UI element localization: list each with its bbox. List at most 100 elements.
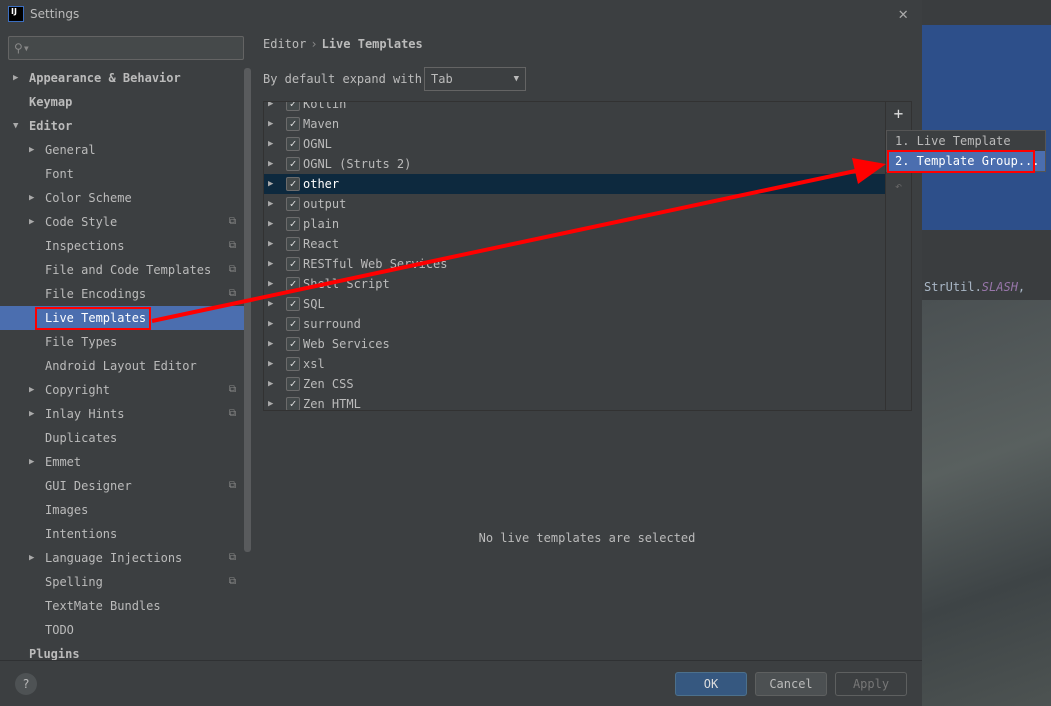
template-group-row[interactable]: ▶ ✓ Web Services bbox=[264, 334, 885, 354]
sidebar-item[interactable]: ▶ Color Scheme bbox=[0, 186, 244, 210]
background-code: StrUtil.SLASH, bbox=[924, 280, 1026, 294]
chevron-right-icon[interactable]: ▶ bbox=[29, 138, 34, 162]
template-group-row[interactable]: ▶ ✓ Maven bbox=[264, 114, 885, 134]
group-checkbox[interactable]: ✓ bbox=[286, 277, 300, 291]
settings-search-input[interactable]: ⚲▾ bbox=[8, 36, 244, 60]
group-checkbox[interactable]: ✓ bbox=[286, 297, 300, 311]
group-checkbox[interactable]: ✓ bbox=[286, 257, 300, 271]
chevron-right-icon[interactable]: ▶ bbox=[268, 254, 273, 274]
sidebar-item[interactable]: Font bbox=[0, 162, 244, 186]
chevron-right-icon[interactable]: ▶ bbox=[268, 194, 273, 214]
template-group-row[interactable]: ▶ ✓ surround bbox=[264, 314, 885, 334]
background-editor-window: StrUtil.SLASH, bbox=[922, 0, 1051, 706]
sidebar-item[interactable]: Keymap bbox=[0, 90, 244, 114]
chevron-right-icon[interactable]: ▶ bbox=[29, 378, 34, 402]
group-checkbox[interactable]: ✓ bbox=[286, 157, 300, 171]
chevron-right-icon[interactable]: ▶ bbox=[268, 134, 273, 154]
template-group-row[interactable]: ▶ ✓ Shell Script bbox=[264, 274, 885, 294]
group-label: OGNL (Struts 2) bbox=[303, 157, 412, 171]
chevron-right-icon[interactable]: ▶ bbox=[268, 354, 273, 374]
sidebar-item[interactable]: Plugins bbox=[0, 642, 244, 660]
group-checkbox[interactable]: ✓ bbox=[286, 397, 300, 410]
chevron-right-icon[interactable]: ▶ bbox=[268, 114, 273, 134]
sidebar-item[interactable]: ▶ Copyright ⧉ bbox=[0, 378, 244, 402]
group-checkbox[interactable]: ✓ bbox=[286, 137, 300, 151]
group-checkbox[interactable]: ✓ bbox=[286, 237, 300, 251]
sidebar-item[interactable]: TODO bbox=[0, 618, 244, 642]
chevron-right-icon[interactable]: ▶ bbox=[29, 546, 34, 570]
sidebar-item-label: File Types bbox=[45, 335, 118, 349]
chevron-right-icon[interactable]: ▶ bbox=[268, 234, 273, 254]
undo-icon[interactable]: ↶ bbox=[886, 174, 911, 198]
expand-key-select[interactable]: Tab ▼ bbox=[424, 67, 526, 91]
add-icon[interactable]: + bbox=[886, 102, 911, 126]
sidebar-item[interactable]: Inspections ⧉ bbox=[0, 234, 244, 258]
ok-button[interactable]: OK bbox=[675, 672, 747, 696]
sidebar-item[interactable]: ▶ Language Injections ⧉ bbox=[0, 546, 244, 570]
chevron-right-icon[interactable]: ▶ bbox=[268, 334, 273, 354]
sidebar-item[interactable]: File and Code Templates ⧉ bbox=[0, 258, 244, 282]
template-group-row[interactable]: ▶ ✓ output bbox=[264, 194, 885, 214]
group-checkbox[interactable]: ✓ bbox=[286, 337, 300, 351]
chevron-right-icon[interactable]: ▶ bbox=[268, 102, 273, 114]
chevron-right-icon[interactable]: ▶ bbox=[268, 314, 273, 334]
template-group-row[interactable]: ▶ ✓ Kotlin bbox=[264, 102, 885, 114]
chevron-right-icon[interactable]: ▶ bbox=[268, 214, 273, 234]
breadcrumb: Editor › Live Templates bbox=[263, 37, 423, 51]
sidebar-item[interactable]: ▶ Appearance & Behavior bbox=[0, 66, 244, 90]
sidebar-scrollbar[interactable] bbox=[244, 68, 251, 552]
sidebar-item[interactable]: TextMate Bundles bbox=[0, 594, 244, 618]
template-group-row[interactable]: ▶ ✓ Zen HTML bbox=[264, 394, 885, 410]
sidebar-item[interactable]: Images bbox=[0, 498, 244, 522]
group-checkbox[interactable]: ✓ bbox=[286, 102, 300, 111]
chevron-right-icon[interactable]: ▶ bbox=[268, 274, 273, 294]
chevron-right-icon[interactable]: ▶ bbox=[268, 374, 273, 394]
group-checkbox[interactable]: ✓ bbox=[286, 197, 300, 211]
template-group-row[interactable]: ▶ ✓ Zen CSS bbox=[264, 374, 885, 394]
sidebar-item[interactable]: GUI Designer ⧉ bbox=[0, 474, 244, 498]
chevron-right-icon[interactable]: ▶ bbox=[268, 294, 273, 314]
sidebar-item[interactable]: Spelling ⧉ bbox=[0, 570, 244, 594]
sidebar-item[interactable]: ▶ Code Style ⧉ bbox=[0, 210, 244, 234]
group-checkbox[interactable]: ✓ bbox=[286, 317, 300, 331]
close-icon[interactable]: ✕ bbox=[898, 4, 908, 23]
chevron-right-icon[interactable]: ▶ bbox=[29, 186, 34, 210]
template-group-row[interactable]: ▶ ✓ OGNL bbox=[264, 134, 885, 154]
sidebar-item[interactable]: ▶ Inlay Hints ⧉ bbox=[0, 402, 244, 426]
group-checkbox[interactable]: ✓ bbox=[286, 357, 300, 371]
chevron-right-icon[interactable]: ▶ bbox=[29, 210, 34, 234]
apply-button[interactable]: Apply bbox=[835, 672, 907, 696]
project-scope-icon: ⧉ bbox=[228, 264, 236, 275]
chevron-right-icon[interactable]: ▶ bbox=[13, 66, 18, 90]
chevron-right-icon[interactable]: ▶ bbox=[268, 154, 273, 174]
sidebar-item-label: TODO bbox=[45, 623, 74, 637]
template-group-row[interactable]: ▶ ✓ other bbox=[264, 174, 885, 194]
chevron-right-icon[interactable]: ▶ bbox=[29, 402, 34, 426]
sidebar-item[interactable]: ▶ Emmet bbox=[0, 450, 244, 474]
template-group-row[interactable]: ▶ ✓ React bbox=[264, 234, 885, 254]
sidebar-item[interactable]: File Types bbox=[0, 330, 244, 354]
sidebar-item[interactable]: ▼ Editor bbox=[0, 114, 244, 138]
menu-item-live-template[interactable]: 1. Live Template bbox=[887, 131, 1045, 151]
template-group-row[interactable]: ▶ ✓ RESTful Web Services bbox=[264, 254, 885, 274]
sidebar-item[interactable]: ▶ General bbox=[0, 138, 244, 162]
template-group-row[interactable]: ▶ ✓ SQL bbox=[264, 294, 885, 314]
template-group-row[interactable]: ▶ ✓ OGNL (Struts 2) bbox=[264, 154, 885, 174]
group-checkbox[interactable]: ✓ bbox=[286, 217, 300, 231]
chevron-right-icon[interactable]: ▶ bbox=[268, 394, 273, 410]
chevron-right-icon[interactable]: ▶ bbox=[29, 450, 34, 474]
sidebar-item[interactable]: Intentions bbox=[0, 522, 244, 546]
sidebar-item-label: File Encodings bbox=[45, 287, 147, 301]
sidebar-item[interactable]: Android Layout Editor bbox=[0, 354, 244, 378]
sidebar-item[interactable]: Duplicates bbox=[0, 426, 244, 450]
group-checkbox[interactable]: ✓ bbox=[286, 117, 300, 131]
group-checkbox[interactable]: ✓ bbox=[286, 377, 300, 391]
help-button[interactable]: ? bbox=[15, 673, 37, 695]
chevron-right-icon[interactable]: ▶ bbox=[268, 174, 273, 194]
template-group-row[interactable]: ▶ ✓ xsl bbox=[264, 354, 885, 374]
chevron-down-icon[interactable]: ▼ bbox=[13, 114, 18, 138]
group-checkbox[interactable]: ✓ bbox=[286, 177, 300, 191]
sidebar-item[interactable]: File Encodings ⧉ bbox=[0, 282, 244, 306]
cancel-button[interactable]: Cancel bbox=[755, 672, 827, 696]
template-group-row[interactable]: ▶ ✓ plain bbox=[264, 214, 885, 234]
